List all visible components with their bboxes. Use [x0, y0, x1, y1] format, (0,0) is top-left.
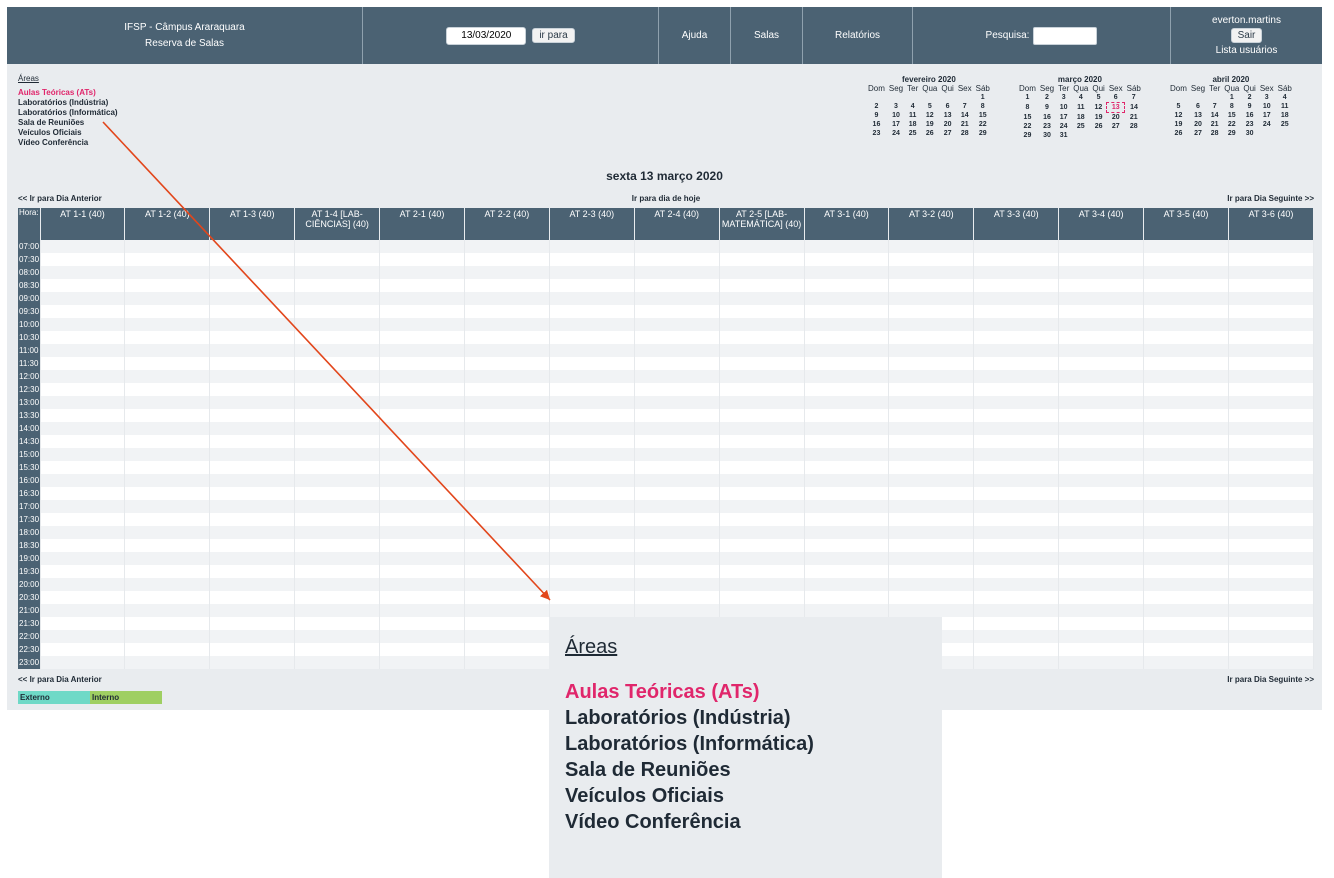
zoom-area-veiculos[interactable]: Veículos Oficiais — [565, 783, 814, 809]
zoom-area-lab-industria[interactable]: Laboratórios (Indústria) — [565, 705, 814, 731]
zoom-area-lab-informatica[interactable]: Laboratórios (Informática) — [565, 731, 814, 757]
zoom-area-sala-reunioes[interactable]: Sala de Reuniões — [565, 757, 814, 783]
zoom-area-video-conferencia[interactable]: Vídeo Conferência — [565, 809, 814, 835]
zoom-areas-label: Áreas — [565, 636, 618, 658]
zoom-area-aulas-teoricas[interactable]: Aulas Teóricas (ATs) — [565, 679, 814, 705]
areas-zoom-callout: Áreas Aulas Teóricas (ATs) Laboratórios … — [549, 617, 942, 878]
